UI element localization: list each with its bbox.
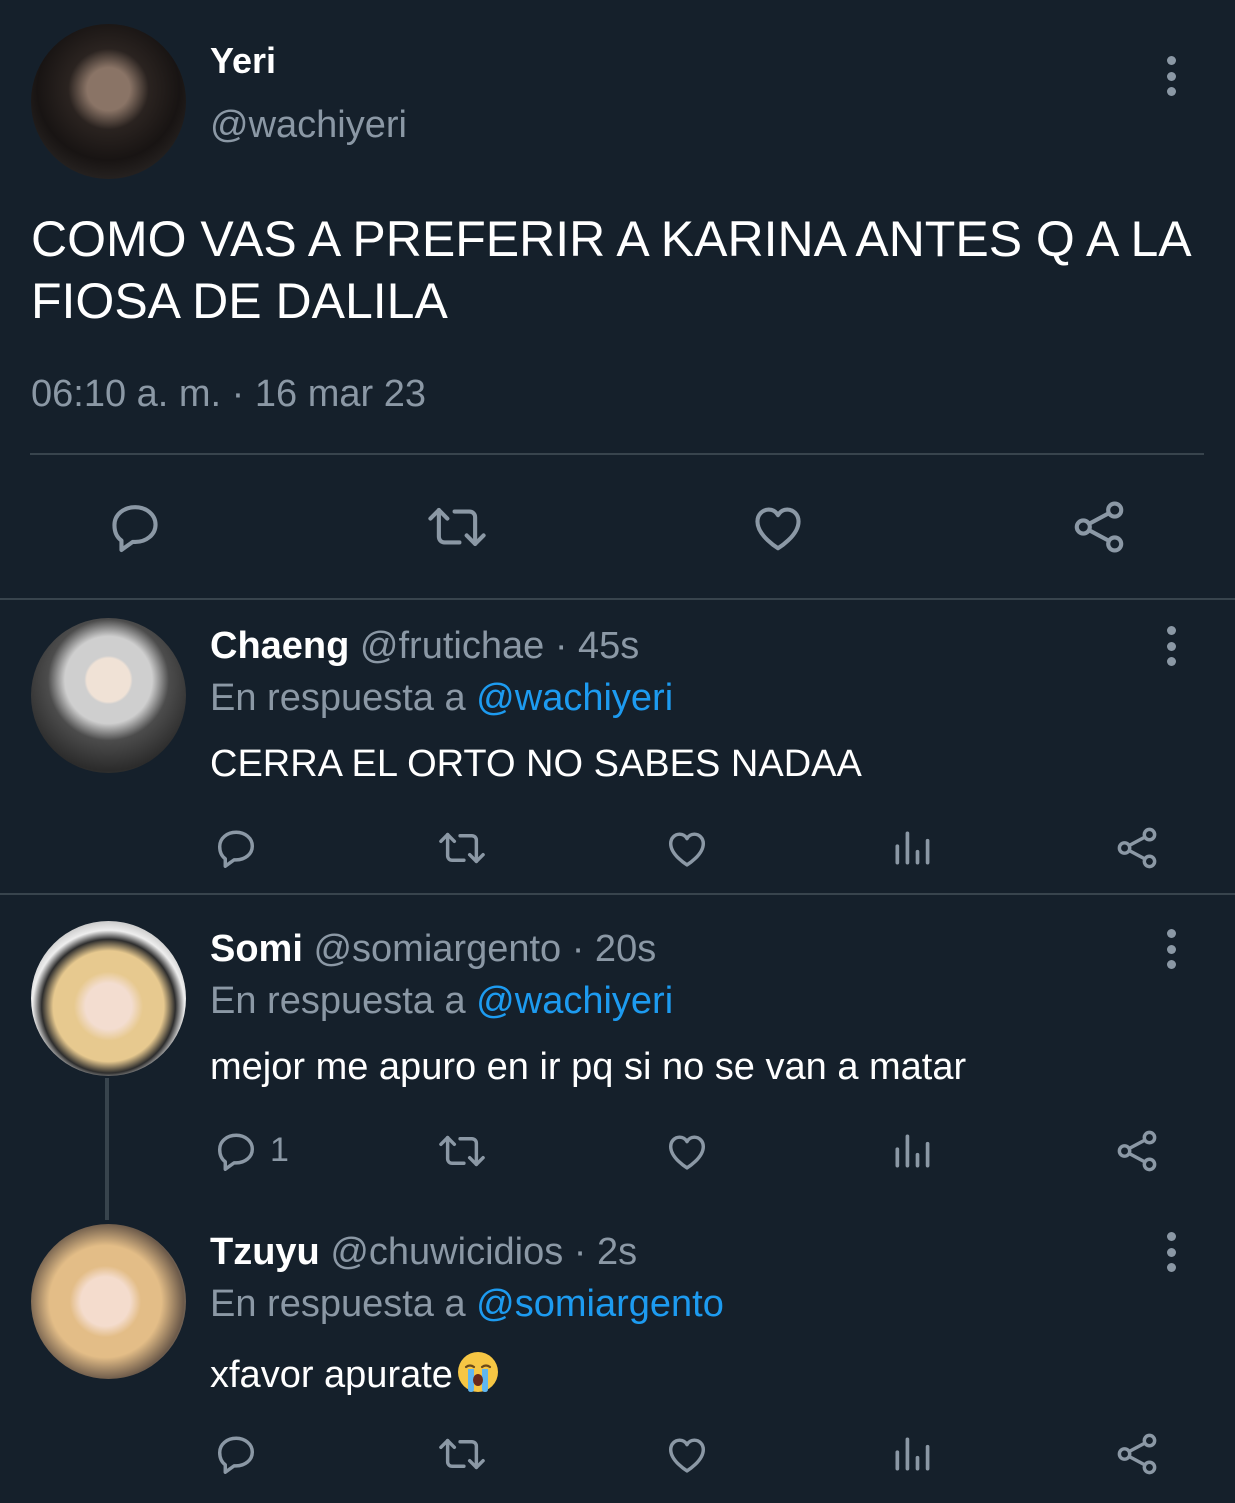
reply-icon[interactable] (213, 825, 259, 871)
more-options-icon[interactable] (1166, 56, 1176, 96)
author-handle[interactable]: @somiargento (313, 928, 561, 970)
reply-icon[interactable] (213, 1128, 259, 1174)
reply-time: · 45s (554, 625, 640, 667)
retweet-icon[interactable] (424, 498, 490, 556)
like-icon[interactable] (663, 1431, 711, 1477)
reply-to-link[interactable]: @wachiyeri (476, 980, 673, 1022)
analytics-icon[interactable] (890, 1128, 934, 1174)
avatar[interactable] (31, 618, 186, 773)
reply-time: · 20s (571, 928, 657, 970)
reply-to-link[interactable]: @wachiyeri (476, 677, 673, 719)
analytics-icon[interactable] (890, 1431, 934, 1477)
loudly-crying-face-icon (455, 1349, 501, 1395)
more-options-icon[interactable] (1166, 1232, 1176, 1272)
tweet-text: COMO VAS A PREFERIR A KARINA ANTES Q A L… (31, 211, 1189, 329)
more-options-icon[interactable] (1166, 626, 1176, 666)
share-icon[interactable] (1114, 825, 1160, 871)
like-icon[interactable] (663, 1128, 711, 1174)
tweet-timestamp[interactable]: 06:10 a. m. · 16 mar 23 (31, 373, 426, 416)
reply-text: CERRA EL ORTO NO SABES NADAA (210, 743, 862, 785)
reply-to-link[interactable]: @somiargento (476, 1283, 724, 1325)
reply-prefix: En respuesta a (210, 677, 466, 719)
share-icon[interactable] (1070, 498, 1128, 556)
author-name[interactable]: Tzuyu (210, 1231, 320, 1273)
reply-icon[interactable] (106, 498, 164, 556)
avatar[interactable] (31, 1224, 186, 1379)
author-name[interactable]: Somi (210, 928, 303, 970)
reply-icon[interactable] (213, 1431, 259, 1477)
author-handle[interactable]: @frutichae (360, 625, 544, 667)
avatar[interactable] (31, 24, 186, 179)
analytics-icon[interactable] (890, 825, 934, 871)
thread-line (105, 1078, 109, 1220)
share-icon[interactable] (1114, 1431, 1160, 1477)
retweet-icon[interactable] (436, 1431, 488, 1477)
avatar[interactable] (31, 921, 186, 1076)
reply-header: Tzuyu @chuwicidios · 2s (210, 1231, 637, 1274)
reply-context: En respuesta a @somiargento (210, 1283, 724, 1326)
author-name[interactable]: Yeri (210, 40, 276, 82)
author-name[interactable]: Chaeng (210, 625, 349, 667)
reply-count: 1 (270, 1131, 289, 1169)
reply-context: En respuesta a @wachiyeri (210, 980, 673, 1023)
reply-header: Chaeng @frutichae · 45s (210, 625, 639, 668)
reply-text: mejor me apuro en ir pq si no se van a m… (210, 1046, 967, 1088)
reply-time: · 2s (573, 1231, 638, 1273)
divider (0, 893, 1235, 895)
author-handle[interactable]: @wachiyeri (210, 104, 407, 147)
like-icon[interactable] (663, 825, 711, 871)
like-icon[interactable] (748, 498, 808, 556)
more-options-icon[interactable] (1166, 929, 1176, 969)
retweet-icon[interactable] (436, 825, 488, 871)
reply-text: xfavor apurate (210, 1349, 501, 1397)
reply-prefix: En respuesta a (210, 980, 466, 1022)
reply-prefix: En respuesta a (210, 1283, 466, 1325)
divider (30, 453, 1204, 455)
share-icon[interactable] (1114, 1128, 1160, 1174)
divider (0, 598, 1235, 600)
reply-text-content: xfavor apurate (210, 1354, 453, 1396)
author-handle[interactable]: @chuwicidios (330, 1231, 563, 1273)
reply-context: En respuesta a @wachiyeri (210, 677, 673, 720)
reply-header: Somi @somiargento · 20s (210, 928, 656, 971)
retweet-icon[interactable] (436, 1128, 488, 1174)
